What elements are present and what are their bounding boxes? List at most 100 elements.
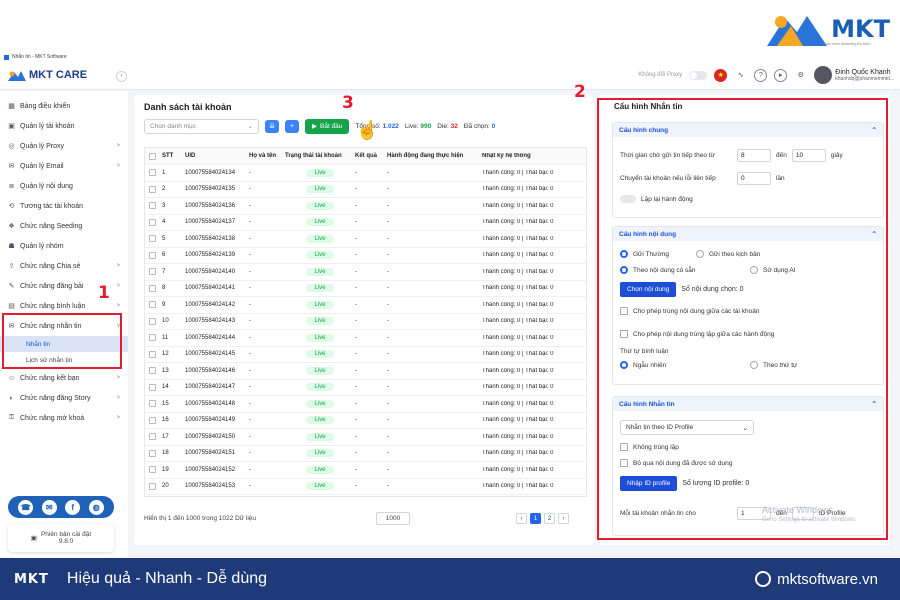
table-row[interactable]: 10 100075584024143 - Live - - Thành công: 0 | … <box>145 314 586 330</box>
row-checkbox[interactable] <box>148 268 156 276</box>
col-action[interactable]: Hành động đang thực hiện <box>387 153 482 159</box>
support-icon[interactable]: ☎ <box>18 499 34 515</box>
user-profile[interactable]: Đinh Quốc Khanh khanhdq@phanmemmkt... <box>814 66 894 84</box>
table-row[interactable]: 11 100075584024144 - Live - - Thành công: 0 | … <box>145 330 586 347</box>
cell-uid: 100075584024138 <box>185 235 236 242</box>
row-checkbox[interactable] <box>148 301 156 309</box>
table-row[interactable]: 20 100075584024153 - Live - - Thành công: 0 | … <box>145 479 586 495</box>
sidebar-item-groups[interactable]: ☗ Quản lý nhóm <box>0 236 128 256</box>
col-name[interactable]: Họ và tên <box>249 153 285 159</box>
prev-page-button[interactable]: ‹ <box>516 512 527 524</box>
next-page-button[interactable]: › <box>558 512 569 524</box>
website[interactable]: mktsoftware.vn <box>755 571 878 588</box>
start-button[interactable]: ▶ Bắt đầu <box>305 118 350 134</box>
status-badge: Live <box>306 168 334 177</box>
table-row[interactable]: 2 100075584024135 - Live - - Thành công: 0 | T… <box>145 182 586 198</box>
bottom-banner: MKT Hiệu quả - Nhanh - Dễ dùng mktsoftwa… <box>0 558 900 600</box>
row-checkbox[interactable] <box>148 449 156 457</box>
sidebar-item-content[interactable]: ≣ Quản lý nội dung <box>0 176 128 196</box>
proxy-label: Không đổi Proxy <box>638 72 683 78</box>
cell-log: Thành công: 0 | Thất bại: 0 <box>482 351 554 358</box>
row-checkbox[interactable] <box>148 334 156 342</box>
row-checkbox[interactable] <box>148 235 156 243</box>
sidebar-item-friends[interactable]: ☺ Chức năng kết bạn > <box>0 368 128 388</box>
table-row[interactable]: 16 100075584024149 - Live - - Thành công: 0 | … <box>145 413 586 429</box>
help-icon[interactable]: ? <box>754 68 768 82</box>
page-size-select[interactable]: 1000 <box>376 511 410 525</box>
row-checkbox[interactable] <box>148 169 156 177</box>
table-row[interactable]: 8 100075584024141 - Live - - Thành công: 0 | T… <box>145 281 586 297</box>
row-checkbox[interactable] <box>148 202 156 210</box>
sidebar-item-unlock[interactable]: ⚿ Chức năng mở khoá > <box>0 408 128 428</box>
col-result[interactable]: Kết quả <box>355 153 387 159</box>
play-icon[interactable]: ▸ <box>774 68 788 82</box>
row-checkbox[interactable] <box>148 482 156 490</box>
row-checkbox[interactable] <box>148 383 156 391</box>
table-row[interactable]: 4 100075584024137 - Live - - Thành công: 0 | T… <box>145 215 586 231</box>
col-status[interactable]: Trạng thái tài khoản <box>285 153 355 159</box>
table-row[interactable]: 5 100075584024138 - Live - - Thành công: 0 | T… <box>145 231 586 248</box>
cell-uid: 100075584024137 <box>185 219 236 226</box>
table-row[interactable]: 7 100075584024140 - Live - - Thành công: 0 | T… <box>145 264 586 281</box>
cell-stt: 20 <box>162 483 169 490</box>
sidebar-item-accounts[interactable]: ▣ Quản lý tài khoản <box>0 116 128 136</box>
cell-uid: 100075584024135 <box>185 186 236 193</box>
page-1-button[interactable]: 1 <box>530 512 541 524</box>
col-stt[interactable]: STT <box>159 153 185 159</box>
table-row[interactable]: 18 100075584024151 - Live - - Thành công: 0 | … <box>145 446 586 462</box>
unlock-icon: ⚿ <box>8 414 15 421</box>
row-checkbox[interactable] <box>148 466 156 474</box>
row-checkbox[interactable] <box>148 433 156 441</box>
row-checkbox[interactable] <box>148 218 156 226</box>
cell-result: - <box>355 169 357 176</box>
row-checkbox[interactable] <box>148 367 156 375</box>
selected-label: Đã chọn: <box>463 122 490 130</box>
cell-uid: 100075584024149 <box>185 417 236 424</box>
table-row[interactable]: 14 100075584024147 - Live - - Thành công: 0 | … <box>145 380 586 396</box>
table-row[interactable]: 13 100075584024146 - Live - - Thành công: 0 | … <box>145 363 586 380</box>
table-row[interactable]: 9 100075584024142 - Live - - Thành công: 0 | T… <box>145 297 586 314</box>
row-checkbox[interactable] <box>148 251 156 259</box>
cell-action: - <box>387 219 389 226</box>
table-row[interactable]: 15 100075584024148 - Live - - Thành công: 0 | … <box>145 396 586 413</box>
table-row[interactable]: 12 100075584024145 - Live - - Thành công: 0 | … <box>145 347 586 363</box>
sidebar-item-proxy[interactable]: ◎ Quản lý Proxy > <box>0 136 128 156</box>
row-checkbox[interactable] <box>148 400 156 408</box>
sidebar-item-email[interactable]: ✉ Quản lý Email > <box>0 156 128 176</box>
facebook-icon[interactable]: f <box>65 499 81 515</box>
table-row[interactable]: 19 100075584024152 - Live - - Thành công: 0 | … <box>145 462 586 479</box>
col-log[interactable]: Nhật ký hệ thống <box>482 153 582 159</box>
filter-button[interactable]: ⇊ <box>265 119 279 133</box>
page-2-button[interactable]: 2 <box>544 512 555 524</box>
flag-icon[interactable]: ★ <box>714 68 728 82</box>
cell-log: Thành công: 0 | Thất bại: 0 <box>482 433 554 440</box>
proxy-toggle[interactable] <box>689 70 708 80</box>
collapse-sidebar-button[interactable]: ‹ <box>116 71 127 82</box>
gear-icon[interactable]: ⚙ <box>794 69 807 82</box>
sidebar-item-share[interactable]: ⇪ Chức năng Chia sẻ > <box>0 256 128 276</box>
row-checkbox[interactable] <box>148 284 156 292</box>
category-select[interactable]: Chọn danh mục ⌄ <box>144 118 259 134</box>
activity-icon[interactable]: ∿ <box>734 69 747 82</box>
row-checkbox[interactable] <box>148 416 156 424</box>
sidebar-item-interaction[interactable]: ⟲ Tương tác tài khoản <box>0 196 128 216</box>
sidebar-item-dashboard[interactable]: ▦ Bảng điều khiển <box>0 96 128 116</box>
row-checkbox[interactable] <box>148 185 156 193</box>
table-row[interactable]: 6 100075584024139 - Live - - Thành công: 0 | T… <box>145 248 586 264</box>
row-checkbox[interactable] <box>148 350 156 358</box>
sidebar-item-label: Chức năng kết bạn <box>20 374 80 382</box>
cell-stt: 6 <box>162 252 166 259</box>
chevron-right-icon: > <box>116 395 120 401</box>
messenger-icon[interactable]: ✉ <box>41 499 57 515</box>
sidebar-item-story[interactable]: ◐ Chức năng đăng Story > <box>0 388 128 408</box>
select-all-checkbox[interactable] <box>148 152 156 160</box>
table-row[interactable]: 3 100075584024136 - Live - - Thành công: 0 | T… <box>145 198 586 215</box>
row-checkbox[interactable] <box>148 317 156 325</box>
globe-icon[interactable]: ◍ <box>88 499 104 515</box>
cell-action: - <box>387 417 389 424</box>
sidebar-item-seeding[interactable]: ❖ Chức năng Seeding <box>0 216 128 236</box>
table-row[interactable]: 1 100075584024134 - Live - - Thành công: 0 | T… <box>145 165 586 182</box>
table-row[interactable]: 17 100075584024150 - Live - - Thành công: 0 | … <box>145 429 586 446</box>
add-user-button[interactable]: + <box>285 119 299 133</box>
col-uid[interactable]: UID <box>185 153 249 159</box>
